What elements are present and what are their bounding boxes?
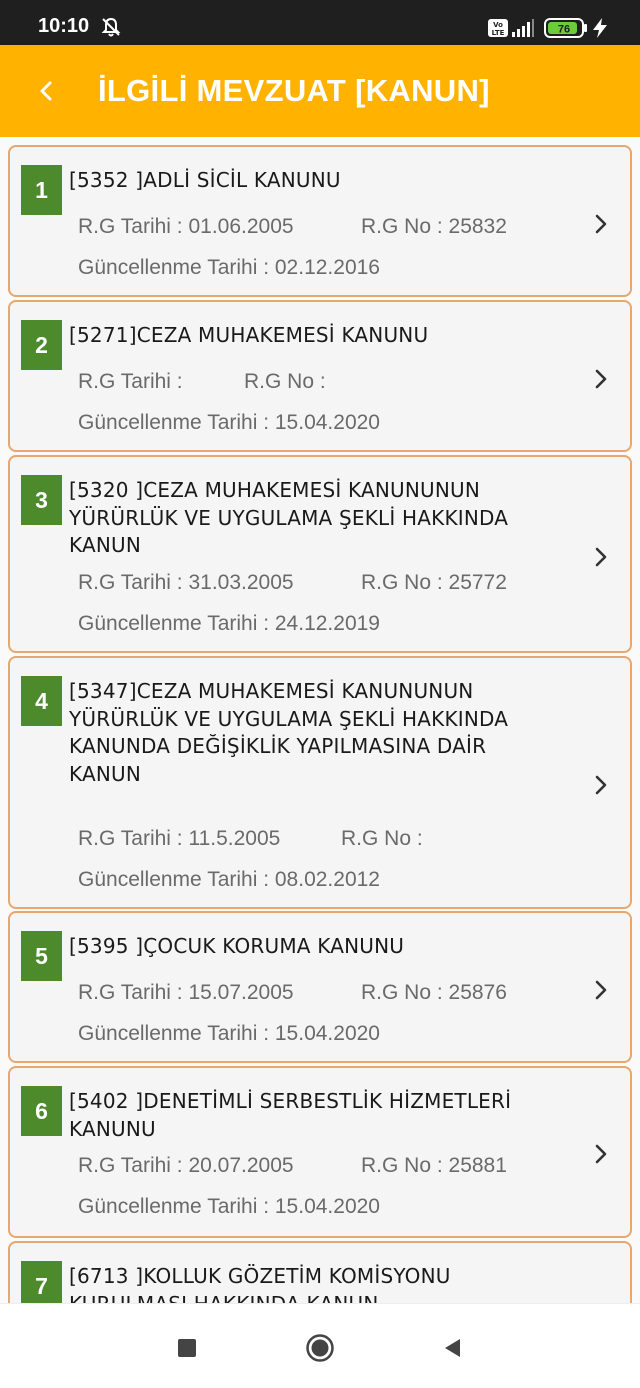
svg-text:LTE: LTE — [492, 29, 505, 37]
chevron-left-icon[interactable] — [28, 73, 64, 109]
chevron-right-icon[interactable] — [590, 368, 612, 390]
number-badge: 1 — [21, 165, 62, 215]
number-badge: 4 — [21, 676, 62, 726]
rg-date: R.G Tarihi : 31.03.2005 — [78, 571, 294, 594]
volte-icon: Vo LTE — [487, 18, 509, 42]
updated-date: Güncellenme Tarihi : 15.04.2020 — [78, 1022, 380, 1045]
rg-no: R.G No : 25881 — [361, 1154, 507, 1177]
charging-icon — [590, 17, 610, 43]
law-card[interactable]: 3 [5320 ]CEZA MUHAKEMESİ KANUNUNUN YÜRÜR… — [8, 455, 632, 653]
law-title: [5271]CEZA MUHAKEMESİ KANUNU — [69, 323, 429, 347]
law-card[interactable]: 6 [5402 ]DENETİMLİ SERBESTLİK HİZMETLERİ… — [8, 1066, 632, 1238]
chevron-right-icon[interactable] — [590, 1143, 612, 1165]
law-list[interactable]: 1 [5352 ]ADLİ SİCİL KANUNU R.G Tarihi : … — [0, 137, 640, 1303]
rg-no: R.G No : 25832 — [361, 215, 507, 238]
law-card[interactable]: 1 [5352 ]ADLİ SİCİL KANUNU R.G Tarihi : … — [8, 145, 632, 297]
triangle-back-icon[interactable] — [436, 1332, 468, 1364]
chevron-right-icon[interactable] — [590, 774, 612, 796]
app-bar: İLGİLİ MEVZUAT [KANUN] — [0, 45, 640, 137]
rg-no: R.G No : 25772 — [361, 571, 507, 594]
updated-date: Güncellenme Tarihi : 08.02.2012 — [78, 868, 380, 891]
number-badge: 3 — [21, 475, 62, 525]
battery-level: 76 — [558, 24, 570, 36]
law-title: [5352 ]ADLİ SİCİL KANUNU — [69, 168, 341, 192]
page-title: İLGİLİ MEVZUAT [KANUN] — [98, 73, 490, 108]
updated-date: Güncellenme Tarihi : 02.12.2016 — [78, 256, 380, 279]
chevron-right-icon[interactable] — [590, 546, 612, 568]
law-title: [5320 ]CEZA MUHAKEMESİ KANUNUNUN YÜRÜRLÜ… — [69, 478, 509, 557]
circle-home-icon[interactable] — [304, 1332, 336, 1364]
number-badge: 5 — [21, 931, 62, 981]
law-card[interactable]: 4 [5347]CEZA MUHAKEMESİ KANUNUNUN YÜRÜRL… — [8, 656, 632, 909]
rg-no: R.G No : — [341, 827, 423, 850]
rg-date: R.G Tarihi : — [78, 370, 183, 393]
chevron-right-icon[interactable] — [590, 979, 612, 1001]
status-time: 10:10 — [38, 15, 90, 37]
law-title: [5402 ]DENETİMLİ SERBESTLİK HİZMETLERİ K… — [69, 1089, 512, 1141]
rg-no: R.G No : — [244, 370, 326, 393]
law-card[interactable]: 5 [5395 ]ÇOCUK KORUMA KANUNU R.G Tarihi … — [8, 911, 632, 1063]
law-title: [5347]CEZA MUHAKEMESİ KANUNUNUN YÜRÜRLÜK… — [69, 679, 509, 786]
number-badge: 7 — [21, 1261, 62, 1303]
law-card[interactable]: 2 [5271]CEZA MUHAKEMESİ KANUNU R.G Tarih… — [8, 300, 632, 452]
law-title: [5395 ]ÇOCUK KORUMA KANUNU — [69, 934, 405, 958]
law-card[interactable]: 7 [6713 ]KOLLUK GÖZETİM KOMİSYONU KURULM… — [8, 1241, 632, 1303]
square-icon[interactable] — [171, 1332, 203, 1364]
signal-icon — [511, 18, 535, 42]
law-title: [6713 ]KOLLUK GÖZETİM KOMİSYONU KURULMAS… — [69, 1264, 451, 1303]
system-nav-bar — [0, 1303, 640, 1388]
svg-text:Vo: Vo — [493, 21, 503, 29]
number-badge: 2 — [21, 320, 62, 370]
updated-date: Güncellenme Tarihi : 24.12.2019 — [78, 612, 380, 635]
number-badge: 6 — [21, 1086, 62, 1136]
rg-date: R.G Tarihi : 20.07.2005 — [78, 1154, 294, 1177]
battery-icon: 76 — [544, 17, 588, 43]
rg-no: R.G No : 25876 — [361, 981, 507, 1004]
rg-date: R.G Tarihi : 15.07.2005 — [78, 981, 294, 1004]
mute-bell-icon — [100, 16, 122, 42]
rg-date: R.G Tarihi : 01.06.2005 — [78, 215, 294, 238]
updated-date: Güncellenme Tarihi : 15.04.2020 — [78, 1195, 380, 1218]
chevron-right-icon[interactable] — [590, 213, 612, 235]
status-bar: 10:10 Vo LTE 76 — [0, 0, 640, 45]
updated-date: Güncellenme Tarihi : 15.04.2020 — [78, 411, 380, 434]
rg-date: R.G Tarihi : 11.5.2005 — [78, 827, 281, 850]
